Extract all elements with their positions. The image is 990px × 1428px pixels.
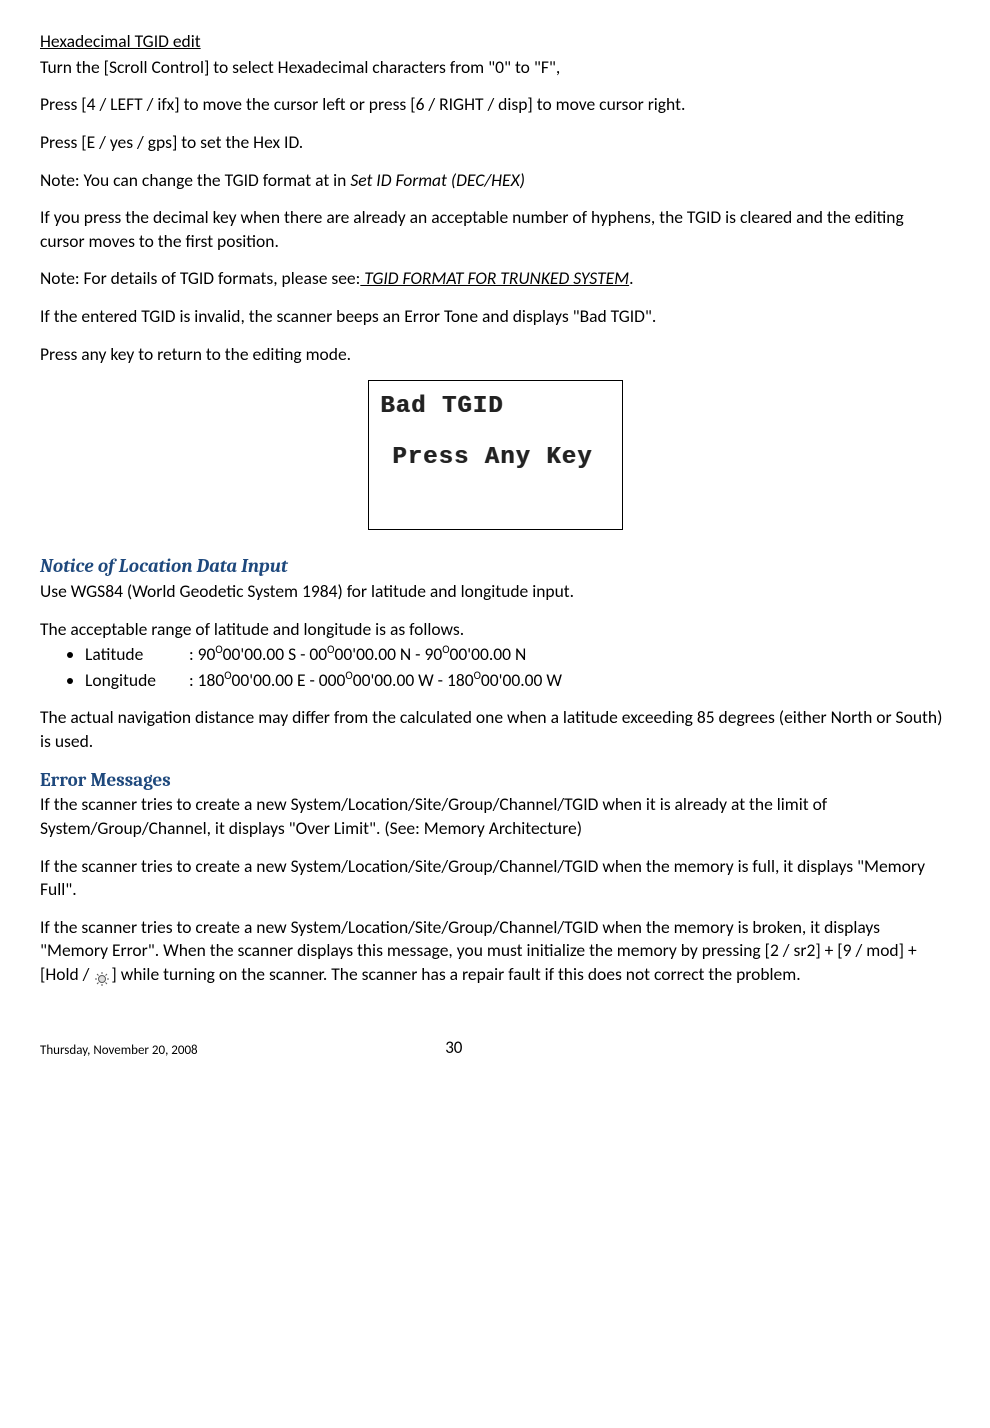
footer-page-number: 30: [445, 1037, 462, 1060]
lcd-display: Bad TGID Press Any Key: [368, 380, 623, 530]
lon-label: Longitude: [85, 669, 185, 693]
note-format-italic: Set ID Format (DEC/HEX): [350, 169, 525, 191]
note-details-text: Note: For details of TGID formats, pleas…: [40, 267, 360, 289]
para-invalid: If the entered TGID is invalid, the scan…: [40, 305, 950, 329]
para-range-intro: The acceptable range of latitude and lon…: [40, 618, 950, 642]
para-set-hex: Press [E / yes / gps] to set the Hex ID.: [40, 131, 950, 155]
page-footer: Thursday, November 20, 2008 30: [40, 1037, 950, 1060]
note-details-link: TGID FORMAT FOR TRUNKED SYSTEM: [360, 267, 629, 289]
para-memory-error: If the scanner tries to create a new Sys…: [40, 916, 950, 987]
heading-notice: Notice of Location Data Input: [40, 554, 950, 580]
para-nav-distance: The actual navigation distance may diffe…: [40, 706, 950, 753]
para-decimal-key: If you press the decimal key when there …: [40, 206, 950, 253]
para-memory-full: If the scanner tries to create a new Sys…: [40, 855, 950, 902]
para-note-details: Note: For details of TGID formats, pleas…: [40, 267, 950, 291]
lcd-line-2: Press Any Key: [393, 442, 610, 474]
coord-list: Latitude : 90O00'00.00 S - 00O00'00.00 N…: [85, 643, 950, 692]
para-note-format: Note: You can change the TGID format at …: [40, 169, 950, 193]
lat-label: Latitude: [85, 643, 185, 667]
list-item-lat: Latitude : 90O00'00.00 S - 00O00'00.00 N…: [85, 643, 950, 667]
memory-error-text-b: ] while turning on the scanner. The scan…: [111, 963, 800, 985]
heading-errors: Error Messages: [40, 768, 950, 794]
footer-date: Thursday, November 20, 2008: [40, 1042, 198, 1060]
para-cursor: Press [4 / LEFT / ifx] to move the curso…: [40, 93, 950, 117]
para-scroll: Turn the [Scroll Control] to select Hexa…: [40, 56, 950, 80]
note-format-text: Note: You can change the TGID format at …: [40, 169, 350, 191]
list-item-lon: Longitude : 180O00'00.00 E - 000O00'00.0…: [85, 669, 950, 693]
lat-value: : 90O00'00.00 S - 00O00'00.00 N - 90O00'…: [189, 643, 526, 665]
para-wgs84: Use WGS84 (World Geodetic System 1984) f…: [40, 580, 950, 604]
para-over-limit: If the scanner tries to create a new Sys…: [40, 793, 950, 840]
section-title-hex: Hexadecimal TGID edit: [40, 30, 950, 54]
lcd-line-1: Bad TGID: [381, 391, 610, 423]
lon-value: : 180O00'00.00 E - 000O00'00.00 W - 180O…: [189, 669, 562, 691]
light-bulb-icon: [93, 969, 111, 983]
note-details-period: .: [629, 267, 633, 289]
para-press-any: Press any key to return to the editing m…: [40, 343, 950, 367]
